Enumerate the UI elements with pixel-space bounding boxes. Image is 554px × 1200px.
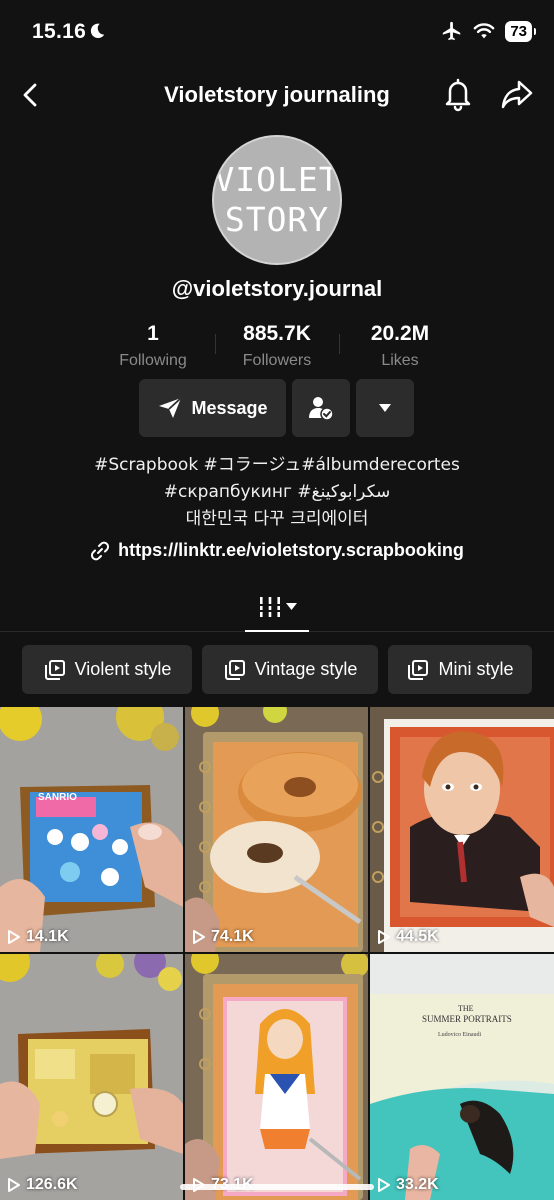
video-thumbnail[interactable]: THE SUMMER PORTRAITS Ludovico Einaudi 33… (370, 954, 554, 1200)
playlist-icon (44, 659, 65, 680)
album-title-line1: THE (458, 1004, 474, 1013)
following-count: 1 (147, 322, 159, 345)
play-icon (8, 1178, 20, 1192)
profile-header: Violetstory journaling (0, 70, 554, 120)
status-time: 15.16 (32, 20, 87, 43)
playlist-label: Vintage style (254, 659, 358, 679)
sanrio-label: SANRIO (38, 792, 77, 803)
view-count-text: 33.2K (396, 1176, 439, 1193)
playlist-icon (408, 659, 429, 680)
thumbnail-art (0, 954, 183, 1200)
thumbnail-art (185, 954, 368, 1200)
avatar-text-line2: STORY (224, 200, 330, 239)
play-icon (378, 930, 390, 944)
view-count: 74.1K (191, 928, 254, 946)
bio-link-text: https://linktr.ee/violetstory.scrapbooki… (118, 540, 464, 560)
home-indicator[interactable] (180, 1184, 374, 1190)
album-artist: Ludovico Einaudi (438, 1032, 482, 1038)
thumbnail-art (370, 954, 554, 1200)
view-count-text: 44.5K (396, 928, 439, 945)
video-thumbnail[interactable]: 14.1K (0, 707, 183, 952)
profile-actions: Message (0, 379, 554, 439)
link-chain-icon (91, 541, 110, 560)
likes-stat[interactable]: 20.2M Likes (355, 322, 445, 370)
play-icon (378, 1178, 390, 1192)
profile-stats: 1 Following 885.7K Followers 20.2M Likes (0, 322, 554, 372)
following-status-button[interactable] (292, 379, 350, 437)
caret-down-icon (285, 603, 297, 610)
bio-line: #скрапбукинг #سكرابوكينغ (163, 482, 391, 502)
stat-divider (339, 334, 340, 354)
video-thumbnail[interactable]: 44.5K (370, 707, 554, 952)
share-arrow-icon[interactable] (500, 78, 534, 110)
thumbnail-art (0, 707, 183, 952)
do-not-disturb-moon-icon (90, 23, 105, 39)
followers-label: Followers (242, 352, 312, 369)
likes-label: Likes (381, 352, 419, 369)
thumbnail-art (370, 707, 554, 952)
message-button[interactable]: Message (139, 379, 286, 437)
video-thumbnail[interactable]: 74.1K (185, 707, 368, 952)
view-count-text: 74.1K (211, 928, 254, 945)
profile-avatar[interactable]: VIOLET STORY (212, 135, 342, 265)
playlist-chip[interactable]: Mini style (388, 645, 532, 694)
notification-bell-icon[interactable] (442, 76, 474, 112)
profile-bio: #Scrapbook #コラージュ#álbumderecortes #скрап… (0, 452, 554, 533)
following-stat[interactable]: 1 Following (108, 322, 198, 370)
video-grid: 14.1K SANRIO 74.1K 44.5K 126.6K THE SUMM… (0, 707, 554, 1200)
battery-indicator: 73 (505, 20, 536, 42)
playlist-label: Mini style (438, 659, 514, 679)
avatar-text-line1: VIOLET (214, 160, 340, 199)
following-label: Following (119, 352, 187, 369)
bio-link[interactable]: https://linktr.ee/violetstory.scrapbooki… (0, 540, 554, 561)
username: @violetstory.journal (171, 276, 383, 301)
bio-line: 대한민국 다꾸 크리에이터 (185, 509, 369, 529)
playlist-chip[interactable]: Violent style (22, 645, 192, 694)
followers-count: 885.7K (243, 322, 311, 345)
status-icons: 73 (441, 20, 536, 42)
likes-count: 20.2M (370, 322, 430, 345)
airplane-mode-icon (443, 21, 461, 41)
video-grid-icon (257, 597, 282, 617)
caret-down-icon (379, 404, 391, 412)
stat-divider (215, 334, 216, 354)
view-count: 14.1K (6, 928, 69, 946)
playlist-icon (224, 659, 245, 680)
view-count-text: 14.1K (26, 928, 69, 945)
send-plane-icon (159, 397, 183, 418)
status-bar: 15.16 73 (0, 0, 554, 64)
view-count: 126.6K (6, 1176, 78, 1194)
thumbnail-art (185, 707, 368, 952)
video-thumbnail[interactable]: 126.6K (0, 954, 183, 1200)
view-count: 44.5K (376, 928, 439, 946)
view-count: 33.2K (376, 1176, 439, 1194)
album-title-line2: SUMMER PORTRAITS (422, 1014, 512, 1024)
suggested-accounts-button[interactable] (356, 379, 414, 437)
playlist-label: Violent style (74, 659, 172, 679)
playlist-chip[interactable]: Vintage style (202, 645, 378, 694)
play-icon (193, 930, 205, 944)
bio-line: #Scrapbook #コラージュ#álbumderecortes (94, 455, 460, 475)
view-count-text: 126.6K (26, 1176, 78, 1193)
wifi-icon (473, 23, 495, 39)
content-tabs (0, 584, 554, 632)
message-button-label: Message (191, 397, 268, 418)
followers-stat[interactable]: 885.7K Followers (227, 322, 327, 370)
video-thumbnail[interactable]: 73.1K (185, 954, 368, 1200)
playlist-chips: Violent style Vintage style Mini style (0, 645, 554, 695)
user-check-icon (309, 397, 334, 421)
tab-videos[interactable] (245, 584, 309, 632)
play-icon (8, 930, 20, 944)
